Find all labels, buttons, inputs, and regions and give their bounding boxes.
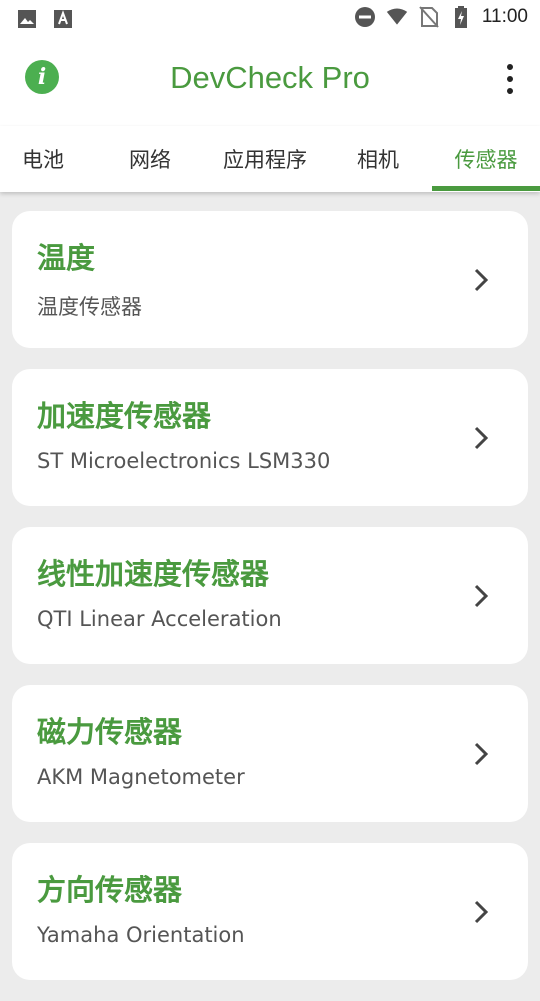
tab-apps[interactable]: 应用程序 bbox=[210, 126, 320, 192]
status-bar: 11:00 bbox=[0, 0, 540, 36]
image-icon bbox=[16, 8, 38, 30]
app-title: DevCheck Pro bbox=[170, 60, 370, 95]
sensor-subtitle: 温度传感器 bbox=[37, 295, 142, 319]
sensor-title: 方向传感器 bbox=[37, 873, 183, 907]
sensor-title: 温度 bbox=[37, 241, 96, 275]
sensor-subtitle: QTI Linear Acceleration bbox=[37, 607, 282, 631]
tab-camera[interactable]: 相机 bbox=[330, 126, 426, 192]
sensor-card-temperature[interactable]: 温度 温度传感器 bbox=[12, 211, 528, 348]
tab-network[interactable]: 网络 bbox=[100, 126, 200, 192]
chevron-right-icon bbox=[474, 584, 489, 608]
battery-charging-icon bbox=[450, 6, 472, 28]
tab-sensors[interactable]: 传感器 bbox=[432, 126, 540, 192]
tab-battery[interactable]: 电池 bbox=[0, 126, 86, 192]
text-a-icon bbox=[52, 8, 74, 30]
sensor-title: 线性加速度传感器 bbox=[37, 557, 270, 591]
active-tab-indicator bbox=[432, 186, 540, 191]
sensor-title: 磁力传感器 bbox=[37, 715, 183, 749]
sensor-subtitle: Yamaha Orientation bbox=[37, 923, 245, 947]
sensor-card-accelerometer[interactable]: 加速度传感器 ST Microelectronics LSM330 bbox=[12, 369, 528, 506]
do-not-disturb-icon bbox=[354, 6, 376, 28]
sensor-subtitle: AKM Magnetometer bbox=[37, 765, 245, 789]
chevron-right-icon bbox=[474, 742, 489, 766]
app-bar: i DevCheck Pro bbox=[0, 36, 540, 126]
sensor-subtitle: ST Microelectronics LSM330 bbox=[37, 449, 331, 473]
chevron-right-icon bbox=[474, 426, 489, 450]
sensor-list: 温度 温度传感器 加速度传感器 ST Microelectronics LSM3… bbox=[12, 211, 528, 1001]
no-sim-icon bbox=[418, 6, 440, 28]
more-vert-icon[interactable] bbox=[504, 64, 516, 94]
sensor-card-linear-acceleration[interactable]: 线性加速度传感器 QTI Linear Acceleration bbox=[12, 527, 528, 664]
wifi-icon bbox=[386, 6, 408, 28]
sensor-card-orientation[interactable]: 方向传感器 Yamaha Orientation bbox=[12, 843, 528, 980]
tab-bar: 电池 网络 应用程序 相机 传感器 bbox=[0, 126, 540, 192]
status-time: 11:00 bbox=[481, 6, 528, 27]
chevron-right-icon bbox=[474, 268, 489, 292]
sensor-title: 加速度传感器 bbox=[37, 399, 212, 433]
sensor-card-magnetometer[interactable]: 磁力传感器 AKM Magnetometer bbox=[12, 685, 528, 822]
chevron-right-icon bbox=[474, 900, 489, 924]
